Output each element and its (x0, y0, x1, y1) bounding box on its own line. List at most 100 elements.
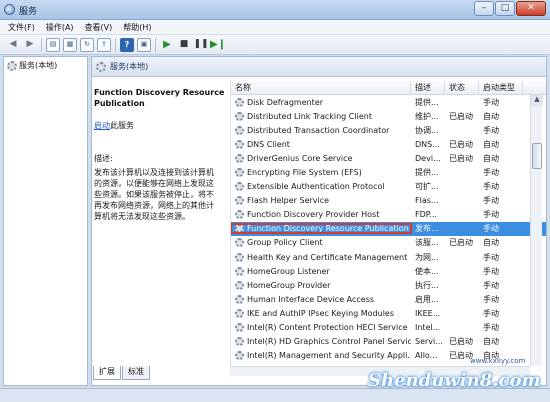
export-list-icon[interactable]: ⇪ (97, 37, 111, 52)
table-row[interactable]: Extensible Authentication Protocol 可扩... 手… (231, 180, 546, 194)
service-status: 已启动 (449, 111, 473, 121)
table-row[interactable]: Disk Defragmenter 提供... 手动 (231, 95, 546, 109)
table-row[interactable]: Human Interface Device Access 启用... 手动 (231, 292, 546, 306)
column-startup-type[interactable]: 启动类型 (479, 81, 523, 95)
menu-view[interactable]: 查看(V) (85, 22, 113, 33)
service-startup-type: 手动 (483, 168, 499, 178)
table-row[interactable]: DNS Client DNS... 已启动 自动 (231, 137, 546, 151)
service-name: HomeGroup Provider (247, 280, 331, 290)
column-status[interactable]: 状态 (445, 81, 479, 95)
table-row[interactable]: Function Discovery Resource Publication 发… (231, 221, 546, 236)
service-description: 执行... (415, 280, 439, 290)
service-name-cell: Function Discovery Provider Host (231, 210, 411, 220)
maximize-button[interactable]: □ (495, 1, 515, 16)
scroll-up-arrow-icon[interactable]: ▲ (531, 95, 543, 106)
table-row[interactable]: Encrypting File System (EFS) 提供... 手动 (231, 165, 546, 179)
service-name-cell: Distributed Link Tracking Client (231, 111, 411, 121)
start-service-link[interactable]: 启动 (94, 121, 110, 130)
toolbar-separator (41, 37, 42, 52)
menu-bar: 文件(F) 操作(A) 查看(V) 帮助(H) (0, 20, 550, 35)
service-name-cell: Health Key and Certificate Management (231, 252, 411, 262)
table-row[interactable]: HomeGroup Listener 使本... 手动 (231, 264, 546, 278)
gear-icon (235, 139, 244, 149)
refresh-icon[interactable]: ↻ (80, 37, 94, 52)
service-description: 提供... (415, 168, 439, 178)
show-action-pane-icon[interactable]: ▣ (137, 37, 151, 52)
service-status: 已启动 (449, 153, 473, 163)
stop-service-icon[interactable]: ■ (177, 38, 191, 52)
service-name: Distributed Link Tracking Client (247, 111, 372, 121)
table-row[interactable]: IKE and AuthIP IPsec Keying Modules IKEE.… (231, 306, 546, 320)
gear-icon (235, 266, 244, 276)
service-rows: Disk Defragmenter 提供... 手动 Distributed Link… (231, 95, 546, 363)
window-title: 服务 (19, 7, 38, 17)
service-description: DNS... (415, 139, 440, 149)
service-description: Devi... (415, 153, 441, 163)
table-row[interactable]: Group Policy Client 该服... 已启动 自动 (231, 236, 546, 250)
service-description: 使本... (415, 266, 439, 276)
service-name: Intel(R) HD Graphics Control Panel Servi… (247, 337, 411, 347)
service-startup-type: 手动 (483, 97, 499, 107)
pause-service-icon[interactable]: ❚❚ (193, 38, 208, 52)
tab-standard[interactable]: 标准 (122, 366, 150, 380)
menu-action[interactable]: 操作(A) (46, 22, 74, 33)
services-pane: 服务(本地) Function Discovery Resource Publi… (91, 56, 547, 386)
service-name-cell: Intel(R) Management and Security Appli..… (231, 351, 411, 361)
forward-arrow-icon[interactable]: ▶ (23, 38, 37, 52)
title-bar: 服务 – □ ✕ (0, 0, 550, 20)
restart-service-icon[interactable]: ▶❙ (210, 38, 226, 52)
table-row[interactable]: DriverGenius Core Service Devi... 已启动 自动 (231, 151, 546, 165)
description-label: 描述: (94, 154, 113, 163)
table-row[interactable]: Distributed Transaction Coordinator 协调...… (231, 123, 546, 137)
gear-icon (235, 210, 244, 220)
table-row[interactable]: Health Key and Certificate Management 为网.… (231, 250, 546, 264)
gear-icon (235, 168, 244, 178)
gear-icon (235, 224, 244, 234)
vertical-scrollbar[interactable]: ▲ (530, 95, 543, 366)
pane-header: 服务(本地) (92, 57, 546, 77)
service-description: FDP... (415, 210, 437, 220)
gear-icon (235, 337, 244, 347)
start-service-icon[interactable]: ▶ (160, 38, 174, 52)
watermark-subtext: www.kxiiyy.com (470, 357, 526, 365)
service-name-cell: Disk Defragmenter (231, 97, 411, 107)
help-icon[interactable]: ? (120, 37, 134, 52)
column-description[interactable]: 描述 (411, 81, 445, 95)
toolbar-separator (115, 37, 116, 52)
service-startup-type: 手动 (483, 210, 499, 220)
service-status: 已启动 (449, 238, 473, 248)
service-description: 维护... (415, 111, 439, 121)
view-tabs: 扩展 标准 (93, 366, 151, 380)
service-startup-type: 手动 (483, 280, 499, 290)
table-row[interactable]: Function Discovery Provider Host FDP... 手动 (231, 208, 546, 222)
tree-item-services-local[interactable]: 服务(本地) (7, 60, 57, 71)
service-name-cell: DriverGenius Core Service (231, 153, 411, 163)
scroll-thumb[interactable] (532, 143, 542, 169)
properties-icon[interactable]: ▦ (63, 37, 77, 52)
service-description: 提供... (415, 97, 439, 107)
console-tree-icon[interactable]: ▤ (46, 37, 60, 52)
table-row[interactable]: Intel(R) HD Graphics Control Panel Servi… (231, 335, 546, 349)
service-name-cell: Distributed Transaction Coordinator (231, 125, 411, 135)
service-startup-type: 手动 (483, 308, 499, 318)
tab-extended[interactable]: 扩展 (93, 366, 121, 380)
service-name: Intel(R) Management and Security Appli..… (247, 351, 411, 361)
service-startup-type: 手动 (483, 266, 499, 276)
table-row[interactable]: HomeGroup Provider 执行... 手动 (231, 278, 546, 292)
service-name-cell: DNS Client (231, 139, 411, 149)
table-row[interactable]: Distributed Link Tracking Client 维护... 已启动… (231, 109, 546, 123)
gear-icon (235, 97, 244, 107)
column-name[interactable]: 名称 (231, 81, 411, 95)
service-name-cell: Intel(R) Content Protection HECI Service (231, 323, 411, 333)
service-name: Encrypting File System (EFS) (247, 168, 362, 178)
close-button[interactable]: ✕ (516, 1, 546, 16)
table-row[interactable]: Intel(R) Content Protection HECI Service… (231, 321, 546, 335)
gear-icon (235, 323, 244, 333)
service-name: Disk Defragmenter (247, 97, 324, 107)
start-line: 启动此服务 (94, 120, 226, 131)
table-row[interactable]: Flash Helper Service Flas... 手动 (231, 194, 546, 208)
menu-file[interactable]: 文件(F) (8, 22, 35, 33)
minimize-button[interactable]: – (474, 1, 494, 16)
back-arrow-icon[interactable]: ◀ (6, 38, 20, 52)
menu-help[interactable]: 帮助(H) (123, 22, 151, 33)
